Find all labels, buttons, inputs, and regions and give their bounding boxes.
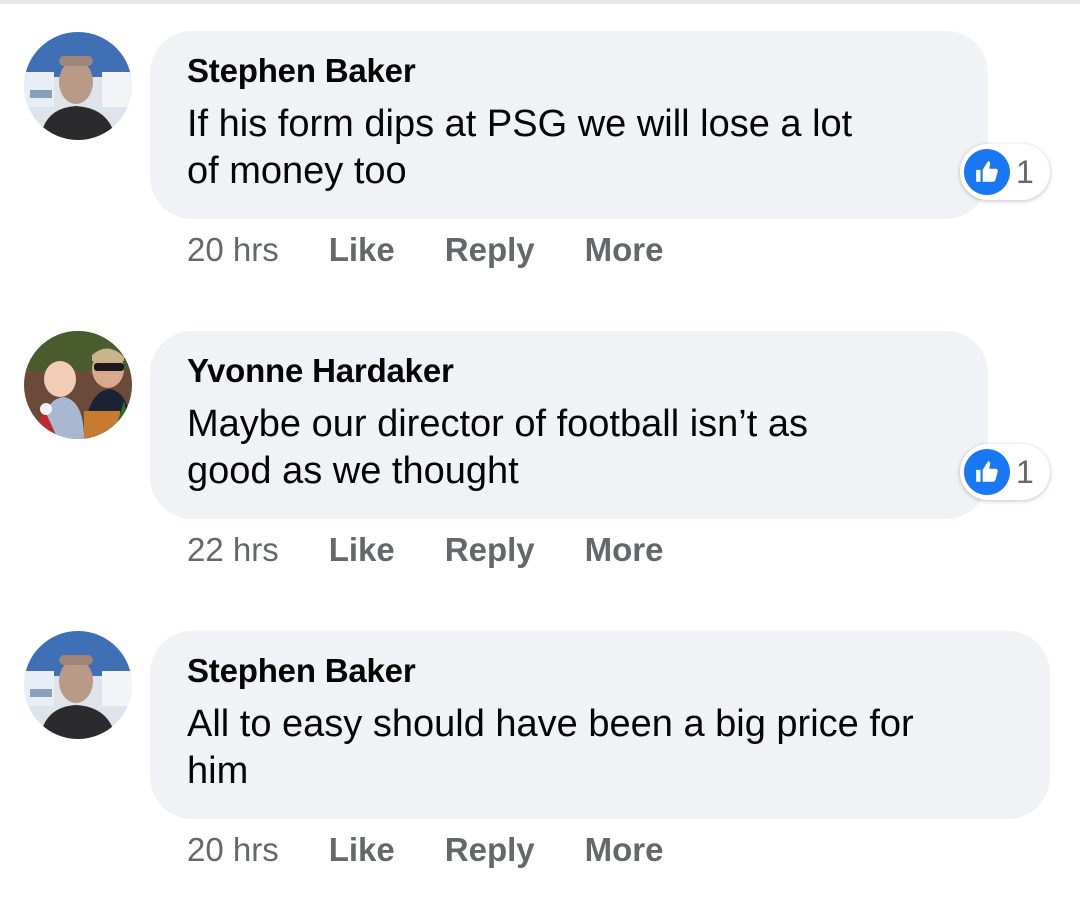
- reply-button[interactable]: Reply: [445, 831, 535, 869]
- more-button[interactable]: More: [585, 531, 664, 569]
- more-button[interactable]: More: [585, 231, 664, 269]
- comment-text: Maybe our director of football isn’t as …: [187, 401, 952, 495]
- comment-text: If his form dips at PSG we will lose a l…: [187, 101, 952, 195]
- thumbs-up-icon: [964, 149, 1010, 195]
- comment-actions: 20 hrs Like Reply More: [187, 231, 713, 275]
- top-divider: [0, 0, 1080, 4]
- avatar-yvonne-hardaker[interactable]: [24, 331, 132, 439]
- reply-button[interactable]: Reply: [445, 231, 535, 269]
- comment-text-line: All to easy should have been a big price…: [187, 703, 914, 745]
- comment-author[interactable]: Yvonne Hardaker: [187, 351, 952, 391]
- comment-actions: 20 hrs Like Reply More: [187, 831, 713, 875]
- comment-author[interactable]: Stephen Baker: [187, 651, 1014, 691]
- reaction-summary[interactable]: 1: [960, 444, 1050, 500]
- reaction-summary[interactable]: 1: [960, 144, 1050, 200]
- comment-timestamp[interactable]: 20 hrs: [187, 831, 279, 869]
- comment-bubble: Yvonne Hardaker Maybe our director of fo…: [150, 331, 988, 519]
- comment-actions: 22 hrs Like Reply More: [187, 531, 713, 575]
- comment-timestamp[interactable]: 22 hrs: [187, 531, 279, 569]
- comment-bubble: Stephen Baker If his form dips at PSG we…: [150, 31, 988, 219]
- comment-timestamp[interactable]: 20 hrs: [187, 231, 279, 269]
- comment-text-line: Maybe our director of football isn’t as: [187, 403, 808, 445]
- avatar-stephen-baker[interactable]: [24, 631, 132, 739]
- reaction-count: 1: [1016, 153, 1034, 190]
- comment-text-line: If his form dips at PSG we will lose a l…: [187, 103, 853, 145]
- like-button[interactable]: Like: [329, 831, 395, 869]
- comment-text-line: good as we thought: [187, 450, 519, 492]
- comment-author[interactable]: Stephen Baker: [187, 51, 952, 91]
- avatar-stephen-baker[interactable]: [24, 32, 132, 140]
- comment-bubble: Stephen Baker All to easy should have be…: [150, 631, 1050, 819]
- thumbs-up-icon: [964, 449, 1010, 495]
- comment-text-line: him: [187, 750, 249, 792]
- like-button[interactable]: Like: [329, 531, 395, 569]
- like-button[interactable]: Like: [329, 231, 395, 269]
- more-button[interactable]: More: [585, 831, 664, 869]
- reply-button[interactable]: Reply: [445, 531, 535, 569]
- reaction-count: 1: [1016, 453, 1034, 490]
- comment-text: All to easy should have been a big price…: [187, 701, 1014, 795]
- comment-text-line: of money too: [187, 150, 407, 192]
